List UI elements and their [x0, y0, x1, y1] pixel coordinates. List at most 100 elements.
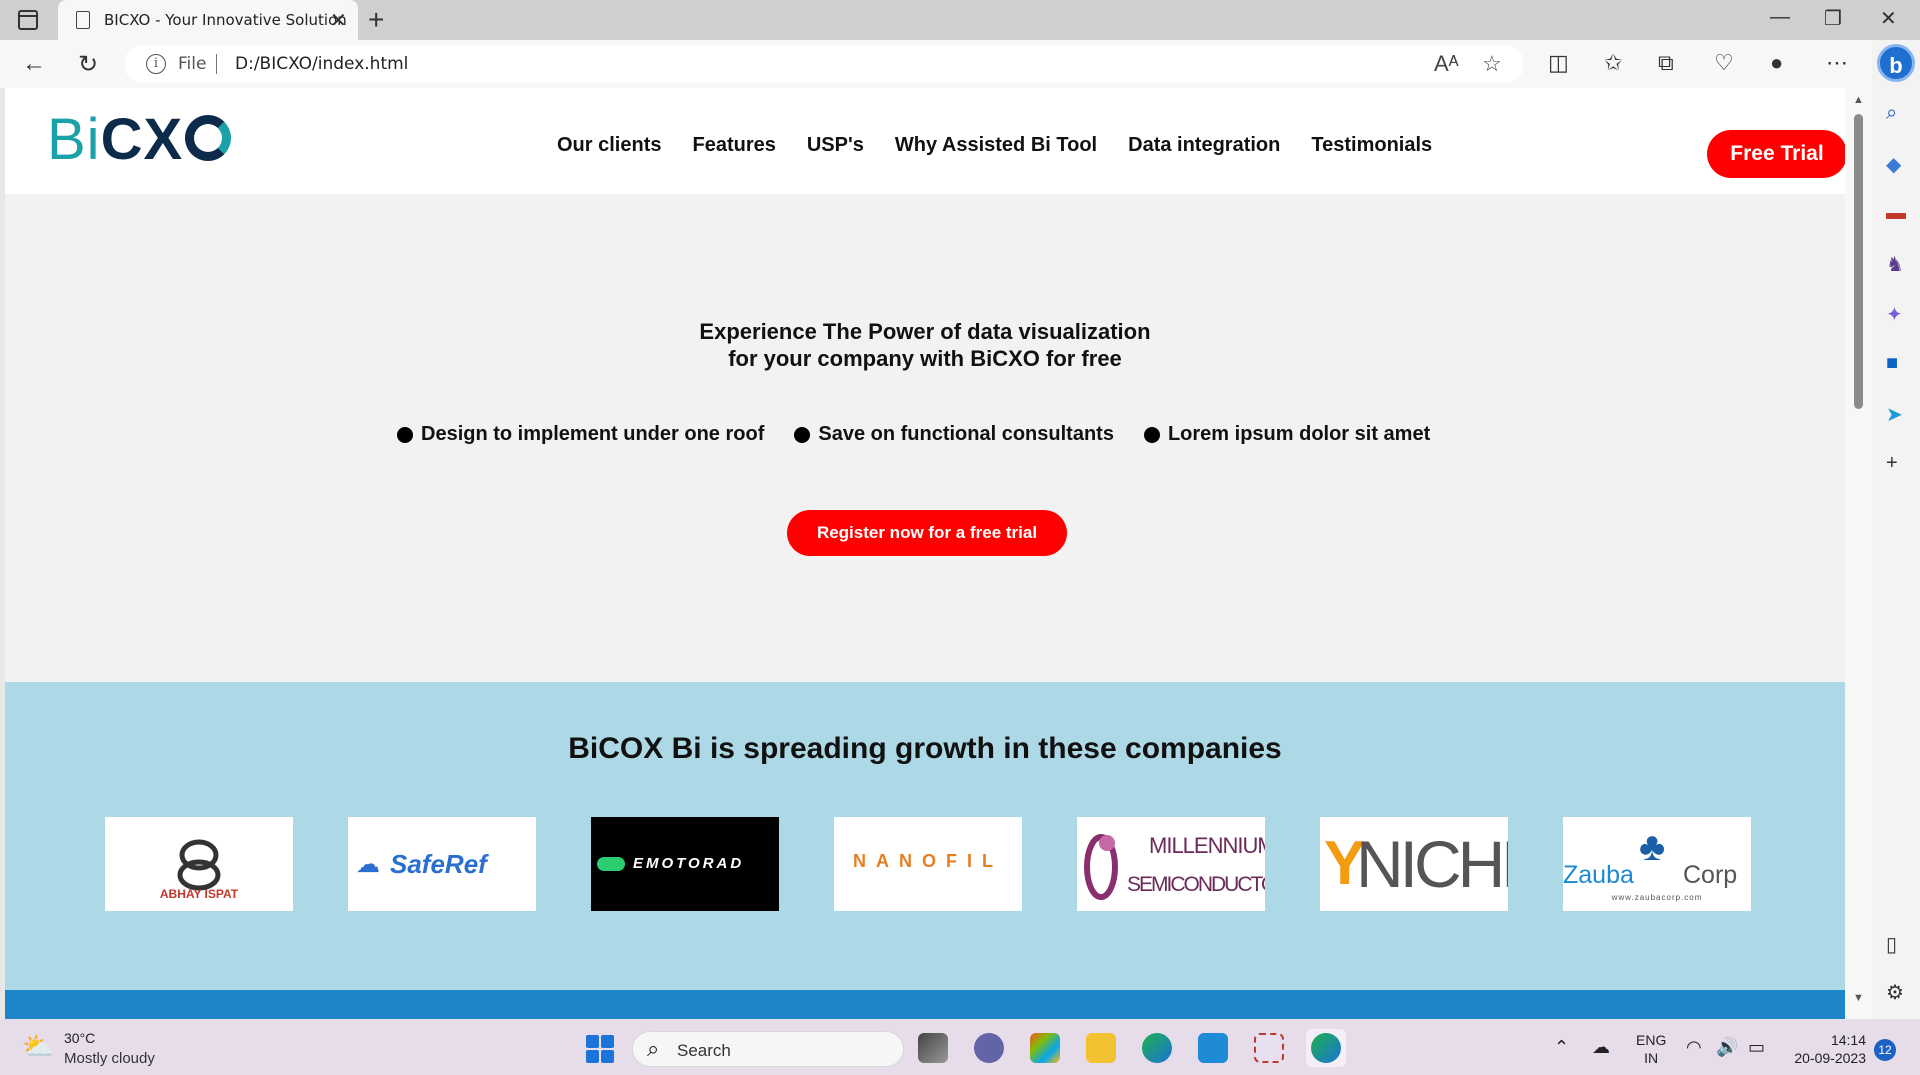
close-window-icon[interactable]: ✕: [1880, 6, 1897, 31]
client-logo-nanofil: NANOFIL: [834, 817, 1022, 911]
weather-condition: Mostly cloudy: [64, 1050, 155, 1067]
store-icon[interactable]: [1030, 1033, 1060, 1063]
games-icon[interactable]: ♞: [1886, 252, 1904, 277]
bullet-text: Design to implement under one roof: [421, 423, 765, 445]
profile-icon[interactable]: ●: [1770, 50, 1783, 76]
back-icon[interactable]: ←: [22, 50, 46, 78]
vscode-icon[interactable]: [1198, 1033, 1228, 1063]
nav-usps[interactable]: USP's: [807, 134, 864, 157]
tab-title: BICXO - Your Innovative Solution: [104, 11, 347, 29]
snipping-tool-icon[interactable]: [1254, 1033, 1284, 1063]
language-indicator[interactable]: ENG IN: [1636, 1031, 1666, 1067]
nav-testimonials[interactable]: Testimonials: [1311, 134, 1432, 157]
new-tab-icon[interactable]: +: [368, 4, 384, 36]
zauba-text: Zauba: [1563, 861, 1634, 889]
logo-ring-icon: [185, 115, 232, 161]
bicxo-logo[interactable]: BiCX: [47, 111, 232, 169]
outlook-icon[interactable]: ■: [1886, 352, 1898, 375]
bullet-item: Save on functional consultants: [794, 423, 1114, 446]
split-screen-icon[interactable]: ◫: [1548, 50, 1569, 76]
scroll-up-icon[interactable]: ▲: [1853, 94, 1864, 106]
file-explorer-icon[interactable]: [1086, 1033, 1116, 1063]
register-free-trial-button[interactable]: Register now for a free trial: [787, 510, 1067, 556]
favorite-star-icon[interactable]: ☆: [1482, 51, 1502, 77]
address-url[interactable]: D:/BICXO/index.html: [235, 54, 408, 74]
page-viewport: BiCX Our clients Features USP's Why Assi…: [5, 88, 1845, 1019]
page-scrollbar[interactable]: ▲ ▼: [1845, 88, 1872, 1019]
minimize-icon[interactable]: —: [1770, 6, 1790, 29]
bullet-text: Save on functional consultants: [818, 423, 1114, 445]
semiconductors-text: SEMICONDUCTORS: [1127, 873, 1265, 896]
scroll-down-icon[interactable]: ▼: [1853, 992, 1864, 1004]
show-hidden-icons-icon[interactable]: ⌃: [1554, 1037, 1569, 1058]
free-trial-button[interactable]: Free Trial: [1707, 130, 1845, 178]
start-windows-icon[interactable]: [586, 1035, 614, 1063]
address-toolbar: ← ↻ i File D:/BICXO/index.html Aᴬ ☆ ◫ ✩ …: [0, 40, 1920, 88]
corp-text: Corp: [1683, 861, 1738, 889]
emotorad-text: EMOTORAD: [633, 855, 745, 872]
copilot-icon[interactable]: ✦: [1886, 302, 1903, 327]
emotorad-badge-icon: [597, 857, 625, 871]
nav-our-clients[interactable]: Our clients: [557, 134, 661, 157]
nav-why-assisted-bi-tool[interactable]: Why Assisted Bi Tool: [895, 134, 1097, 157]
main-nav: Our clients Features USP's Why Assisted …: [557, 134, 1432, 157]
bullet-item: Lorem ipsum dolor sit amet: [1143, 423, 1430, 446]
weather-cloud-icon[interactable]: ⛅: [22, 1031, 54, 1062]
client-logo-millennium: MILLENNIUM SEMICONDUCTORS: [1077, 817, 1265, 911]
volume-icon[interactable]: 🔊: [1716, 1037, 1738, 1058]
bullet-dot-icon: [397, 426, 413, 443]
bing-chat-icon[interactable]: b: [1877, 44, 1915, 82]
hide-sidebar-icon[interactable]: ▯: [1886, 932, 1897, 957]
add-icon[interactable]: +: [1886, 452, 1898, 475]
client-logo-zauba-corp: ♣ Zauba Corp www.zaubacorp.com: [1563, 817, 1751, 911]
info-icon[interactable]: i: [146, 54, 166, 74]
task-view-icon[interactable]: [918, 1033, 948, 1063]
shopping-tag-icon[interactable]: ◆: [1886, 152, 1901, 177]
tab-bar: BICXO - Your Innovative Solution ✕ + — ❐…: [0, 0, 1920, 40]
millennium-text: MILLENNIUM: [1149, 833, 1265, 858]
lang-top: ENG: [1636, 1032, 1667, 1048]
logo-cx-text: CX: [100, 107, 184, 172]
bullet-dot-icon: [794, 426, 811, 443]
settings-gear-icon[interactable]: ⚙: [1886, 980, 1904, 1005]
client-logo-saferef: ☁ SafeRef: [348, 817, 536, 911]
refresh-icon[interactable]: ↻: [78, 50, 98, 79]
edge-active-icon: [1311, 1033, 1341, 1063]
edge-active-background[interactable]: [1306, 1029, 1346, 1067]
browser-tab[interactable]: BICXO - Your Innovative Solution ✕: [58, 0, 358, 40]
read-aloud-icon[interactable]: Aᴬ: [1434, 51, 1459, 77]
search-icon: ⌕: [647, 1036, 660, 1061]
close-tab-icon[interactable]: ✕: [330, 8, 347, 33]
battery-icon[interactable]: ▭: [1748, 1037, 1765, 1058]
notification-badge[interactable]: 12: [1874, 1039, 1896, 1061]
nav-data-integration[interactable]: Data integration: [1128, 134, 1280, 157]
search-icon[interactable]: ⌕: [1886, 102, 1897, 125]
system-clock[interactable]: 14:14 20-09-2023: [1786, 1031, 1866, 1067]
collections-icon[interactable]: ⧉: [1658, 50, 1674, 76]
lang-bottom: IN: [1644, 1050, 1659, 1066]
page-icon: [76, 11, 90, 29]
search-placeholder: Search: [677, 1041, 731, 1060]
saferef-text: SafeRef: [390, 849, 487, 879]
scroll-thumb[interactable]: [1854, 114, 1863, 409]
bullet-item: Design to implement under one roof: [397, 423, 764, 446]
more-options-icon[interactable]: ⋯: [1826, 50, 1848, 76]
clients-title: BiCOX Bi is spreading growth in these co…: [568, 732, 1282, 765]
clock-time: 14:14: [1830, 1032, 1866, 1048]
tools-icon[interactable]: ▬: [1886, 202, 1906, 225]
clock-date: 20-09-2023: [1794, 1050, 1866, 1066]
saferef-swirl-icon: ☁: [356, 851, 380, 878]
taskbar-search[interactable]: ⌕ Search: [632, 1031, 904, 1067]
onedrive-cloud-icon[interactable]: ☁: [1592, 1037, 1610, 1058]
teams-chat-icon[interactable]: [974, 1033, 1004, 1063]
tab-actions-icon[interactable]: [18, 10, 38, 30]
send-icon[interactable]: ➤: [1886, 402, 1903, 427]
address-bar[interactable]: i File D:/BICXO/index.html Aᴬ ☆: [124, 45, 1524, 83]
client-logo-abhay-ispat: ABHAY ISPAT: [105, 817, 293, 911]
restore-icon[interactable]: ❐: [1824, 6, 1842, 31]
wifi-icon[interactable]: ◠: [1686, 1037, 1702, 1058]
edge-icon[interactable]: [1142, 1033, 1172, 1063]
favorites-icon[interactable]: ✩: [1604, 50, 1622, 76]
nav-features[interactable]: Features: [692, 134, 775, 157]
browser-essentials-icon[interactable]: ♡: [1714, 50, 1734, 76]
